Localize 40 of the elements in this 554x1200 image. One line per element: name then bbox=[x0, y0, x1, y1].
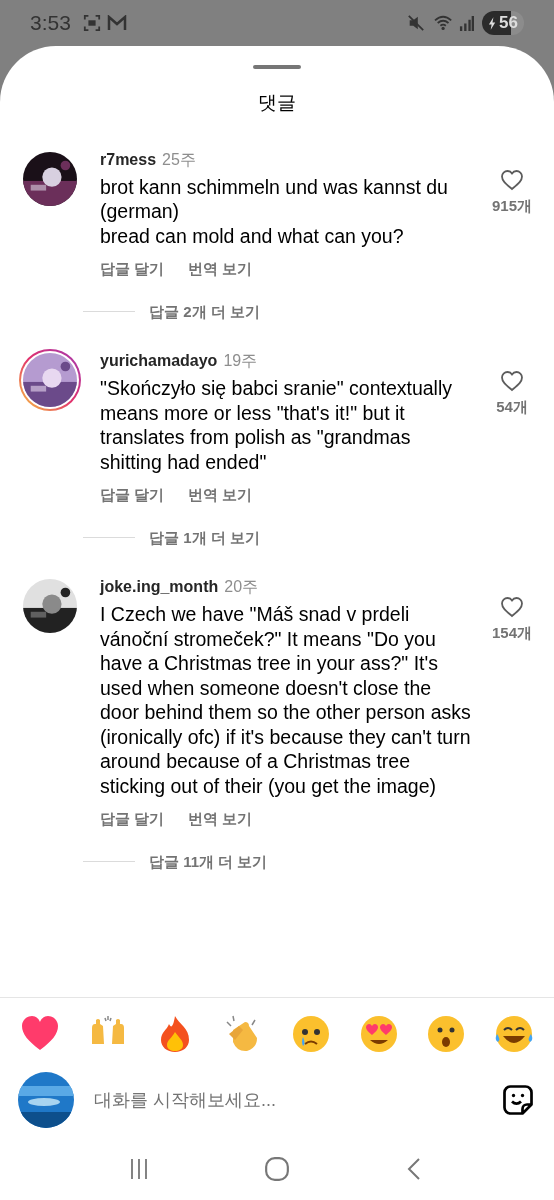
sheet-title: 댓글 bbox=[258, 91, 296, 115]
comment-text: brot kann schimmeln und was kannst du (german) bread can mold and what can you? bbox=[100, 174, 449, 248]
username[interactable]: yurichamadayo bbox=[100, 349, 218, 373]
reply-link[interactable]: 답글 달기 bbox=[100, 258, 165, 281]
heart-icon[interactable] bbox=[499, 167, 525, 192]
status-time: 3:53 bbox=[30, 10, 71, 37]
view-replies-link[interactable]: 답글 1개 더 보기 bbox=[149, 526, 260, 549]
translate-link[interactable]: 번역 보기 bbox=[188, 258, 253, 281]
comment-age: 20주 bbox=[224, 577, 259, 597]
mute-icon bbox=[407, 14, 426, 32]
translate-link[interactable]: 번역 보기 bbox=[188, 484, 253, 507]
laughing-tears-face-icon[interactable] bbox=[493, 1014, 534, 1054]
view-replies-link[interactable]: 답글 11개 더 보기 bbox=[149, 850, 268, 873]
charging-icon bbox=[488, 16, 498, 30]
drag-handle[interactable] bbox=[253, 65, 301, 69]
signal-icon bbox=[459, 15, 475, 31]
comment-text: "Skończyło się babci sranie" contextually means more or less "that's it!" but it translates from polish as "grandmas shitting had ended" bbox=[100, 376, 454, 474]
like-count: 915개 bbox=[492, 195, 532, 216]
like-count: 54개 bbox=[496, 397, 528, 417]
sticker-icon[interactable] bbox=[500, 1082, 536, 1118]
battery-level: 56 bbox=[499, 12, 518, 35]
reply-link[interactable]: 답글 달기 bbox=[100, 484, 165, 507]
comment-input[interactable]: 대화를 시작해보세요... bbox=[94, 1086, 500, 1114]
translate-link[interactable]: 번역 보기 bbox=[188, 808, 253, 831]
view-replies-link[interactable]: 답글 2개 더 보기 bbox=[149, 300, 260, 323]
username[interactable]: r7mess bbox=[100, 147, 157, 172]
comment-age: 19주 bbox=[223, 351, 258, 371]
like-count: 154개 bbox=[492, 623, 532, 643]
sad-face-icon[interactable] bbox=[290, 1014, 331, 1054]
surprised-face-icon[interactable] bbox=[426, 1014, 467, 1054]
heart-icon[interactable] bbox=[499, 595, 525, 619]
username[interactable]: joke.ing_month bbox=[100, 575, 219, 599]
mail-icon bbox=[106, 15, 127, 31]
screenshot-icon bbox=[82, 14, 101, 32]
heart-eyes-face-icon[interactable] bbox=[358, 1014, 399, 1054]
comment-text: I Czech we have "Máš snad v prdeli vánoční stromeček?" It means "Do you have a Christmas tree in your ass?" It's used when someone doesn't close the door behind them so the other person asks (ironically ofc) if it's because they can't turn around because of a Christmas tree sticking out of their (you get the image) bbox=[100, 602, 472, 798]
reply-link[interactable]: 답글 달기 bbox=[100, 808, 165, 831]
heart-icon[interactable] bbox=[499, 369, 525, 393]
home-icon[interactable] bbox=[264, 1156, 290, 1182]
comment-age: 25주 bbox=[162, 149, 196, 170]
